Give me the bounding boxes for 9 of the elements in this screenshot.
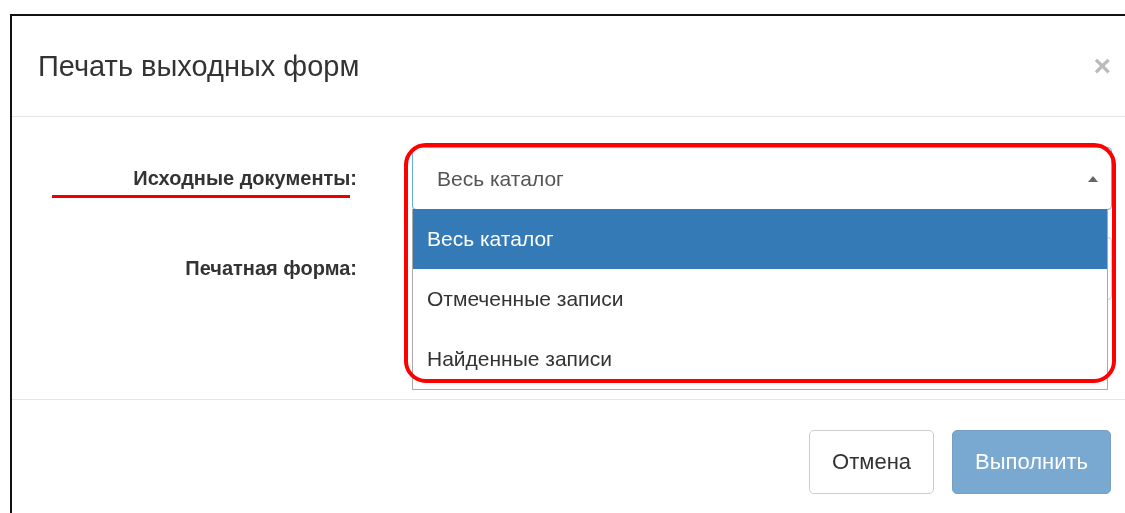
caret-icon	[1087, 174, 1099, 183]
dialog-title: Печать выходных форм	[38, 49, 360, 83]
field-label: Исходные документы:	[133, 167, 357, 191]
dropdown-option[interactable]: Найденные записи	[413, 329, 1107, 389]
dropdown-option[interactable]: Весь каталог	[413, 209, 1107, 269]
field-label: Печатная форма:	[185, 257, 357, 281]
select-field[interactable]: Весь каталог	[412, 147, 1112, 210]
dropdown-option[interactable]: Отмеченные записи	[413, 269, 1107, 329]
dialog-button[interactable]: Отмена	[809, 430, 935, 494]
